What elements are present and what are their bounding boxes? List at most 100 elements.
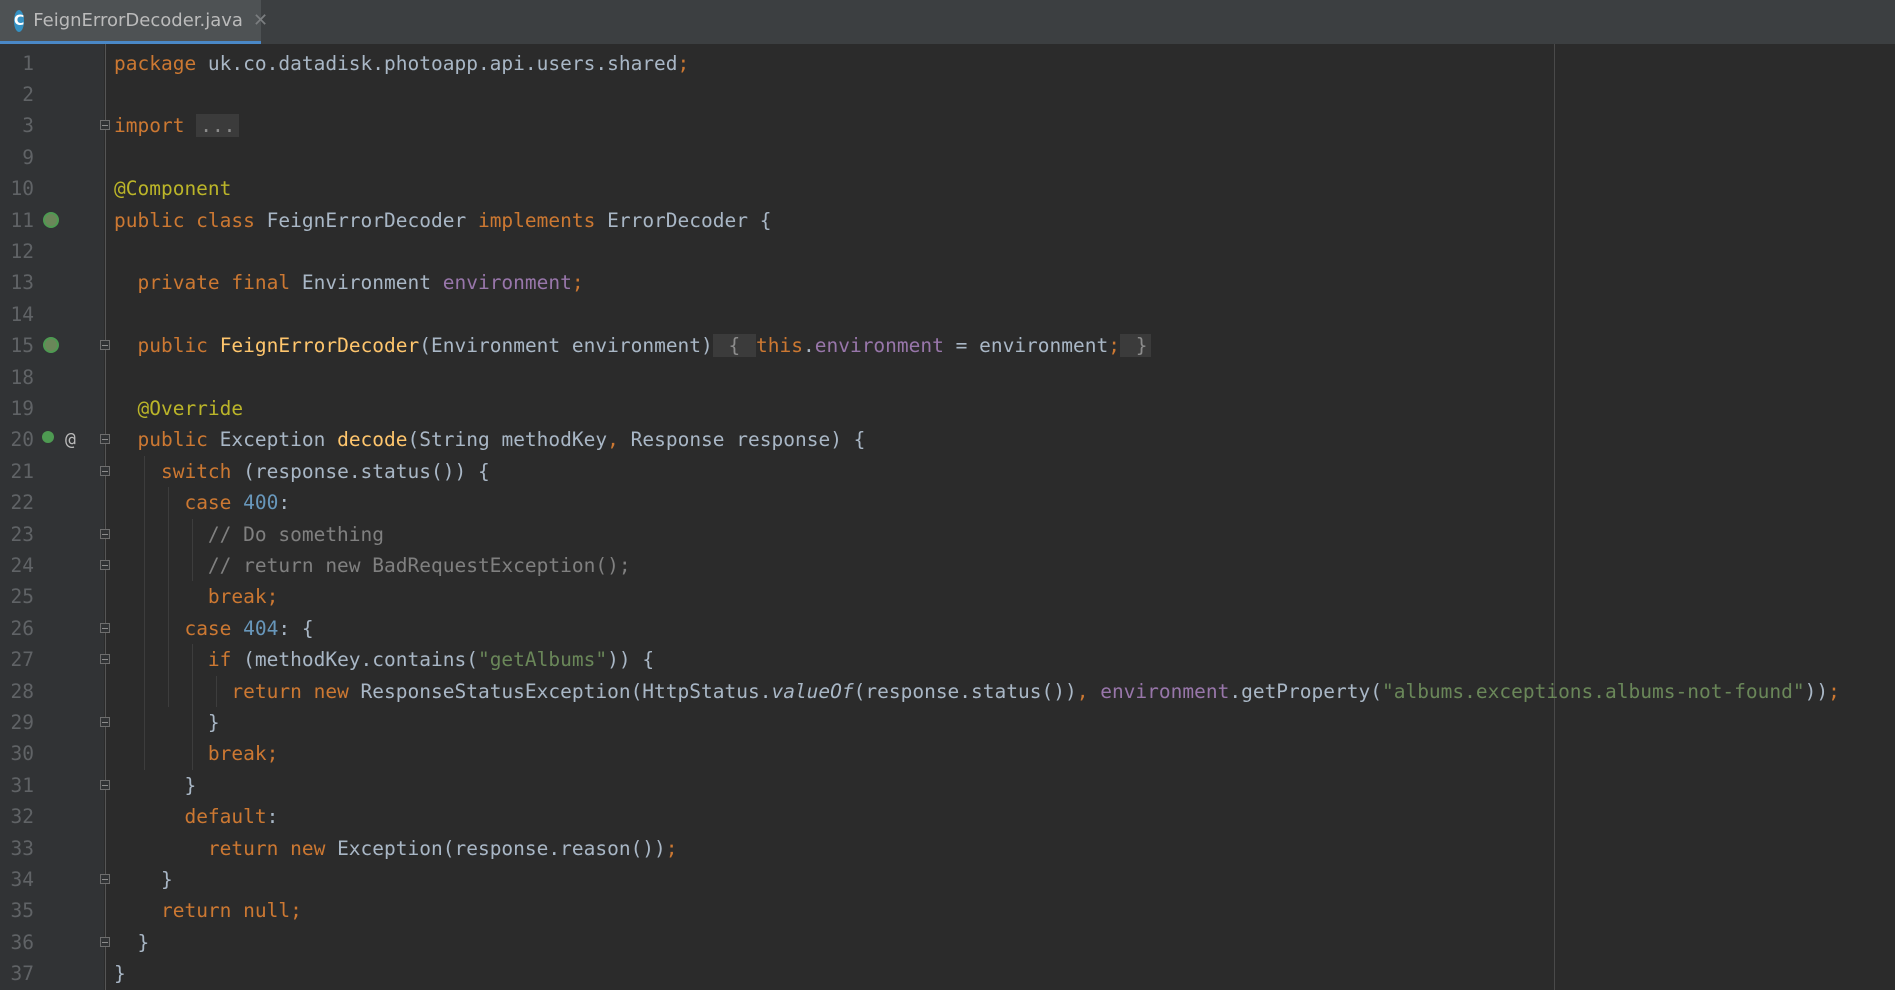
code-line[interactable]: 26 case 404: { — [0, 613, 1895, 644]
code-text[interactable]: break; — [114, 581, 278, 612]
code-line[interactable]: 14 — [0, 299, 1895, 330]
line-number[interactable]: 27 — [0, 644, 34, 675]
collapse-fold-icon[interactable] — [100, 654, 110, 665]
code-text[interactable]: case 400: — [114, 487, 290, 518]
line-number[interactable]: 29 — [0, 707, 34, 738]
collapse-fold-icon[interactable] — [100, 936, 110, 947]
code-line[interactable]: 21 switch (response.status()) { — [0, 456, 1895, 487]
line-number[interactable]: 36 — [0, 927, 34, 958]
expand-fold-icon[interactable] — [100, 340, 110, 351]
code-line[interactable]: 9 — [0, 142, 1895, 173]
line-number[interactable]: 1 — [0, 48, 34, 79]
code-line[interactable]: 28 return new ResponseStatusException(Ht… — [0, 676, 1895, 707]
code-text[interactable]: return new ResponseStatusException(HttpS… — [114, 676, 1839, 707]
collapse-fold-icon[interactable] — [100, 716, 110, 727]
code-text[interactable]: } — [114, 864, 173, 895]
line-number[interactable]: 23 — [0, 519, 34, 550]
line-number[interactable]: 28 — [0, 676, 34, 707]
code-line[interactable]: 15 public FeignErrorDecoder(Environment … — [0, 330, 1895, 361]
code-line[interactable]: 35 return null; — [0, 895, 1895, 926]
line-number[interactable]: 3 — [0, 110, 34, 141]
line-number[interactable]: 9 — [0, 142, 34, 173]
code-text[interactable]: } — [114, 707, 220, 738]
line-number[interactable]: 19 — [0, 393, 34, 424]
code-text[interactable]: } — [114, 770, 196, 801]
line-number[interactable]: 12 — [0, 236, 34, 267]
code-text[interactable]: public Exception decode(String methodKey… — [114, 424, 865, 455]
line-number[interactable]: 2 — [0, 79, 34, 110]
code-line[interactable]: 30 break; — [0, 738, 1895, 769]
collapse-fold-icon[interactable] — [100, 465, 110, 476]
code-line[interactable]: 1 package uk.co.datadisk.photoapp.api.use… — [0, 48, 1895, 79]
code-text[interactable]: @Component — [114, 173, 231, 204]
code-line[interactable]: 18 — [0, 362, 1895, 393]
code-line[interactable]: 31 } — [0, 770, 1895, 801]
line-number[interactable]: 37 — [0, 958, 34, 989]
code-text[interactable]: default: — [114, 801, 278, 832]
collapse-fold-icon[interactable] — [100, 434, 110, 445]
line-number[interactable]: 26 — [0, 613, 34, 644]
code-editor[interactable]: 1 package uk.co.datadisk.photoapp.api.use… — [0, 44, 1895, 990]
line-number[interactable]: 30 — [0, 738, 34, 769]
line-number[interactable]: 24 — [0, 550, 34, 581]
code-line[interactable]: 13 private final Environment environment… — [0, 267, 1895, 298]
code-text[interactable]: public FeignErrorDecoder(Environment env… — [114, 330, 1152, 361]
code-line[interactable]: 27 if (methodKey.contains("getAlbums")) … — [0, 644, 1895, 675]
line-number[interactable]: 13 — [0, 267, 34, 298]
code-text[interactable]: return new Exception(response.reason()); — [114, 833, 678, 864]
code-line[interactable]: 19 @Override — [0, 393, 1895, 424]
code-text[interactable]: return null; — [114, 895, 302, 926]
code-line[interactable]: 34 } — [0, 864, 1895, 895]
override-method-icon[interactable] — [42, 431, 54, 444]
line-number[interactable]: 22 — [0, 487, 34, 518]
line-number[interactable]: 31 — [0, 770, 34, 801]
collapse-fold-icon[interactable] — [100, 622, 110, 633]
collapse-fold-icon[interactable] — [100, 873, 110, 884]
line-number[interactable]: 35 — [0, 895, 34, 926]
code-text[interactable]: } — [114, 958, 126, 989]
code-text[interactable]: @Override — [114, 393, 243, 424]
code-line[interactable]: 2 — [0, 79, 1895, 110]
code-text[interactable]: public class FeignErrorDecoder implement… — [114, 205, 771, 236]
line-number[interactable]: 14 — [0, 299, 34, 330]
code-text[interactable]: switch (response.status()) { — [114, 456, 490, 487]
code-line[interactable]: 10 @Component — [0, 173, 1895, 204]
spring-bean-constructor-icon[interactable] — [43, 337, 59, 354]
line-number[interactable]: 10 — [0, 173, 34, 204]
line-number[interactable]: 34 — [0, 864, 34, 895]
code-text[interactable]: // Do something — [114, 519, 384, 550]
spring-bean-class-icon[interactable] — [43, 211, 59, 228]
expand-fold-icon[interactable] — [100, 120, 110, 131]
line-number[interactable]: 32 — [0, 801, 34, 832]
code-line[interactable]: 29 } — [0, 707, 1895, 738]
line-number[interactable]: 15 — [0, 330, 34, 361]
close-icon[interactable]: ✕ — [253, 10, 268, 31]
line-number[interactable]: 18 — [0, 362, 34, 393]
code-line[interactable]: 12 — [0, 236, 1895, 267]
code-text[interactable]: private final Environment environment; — [114, 267, 583, 298]
line-number[interactable]: 21 — [0, 456, 34, 487]
collapse-fold-icon[interactable] — [100, 528, 110, 539]
code-text[interactable]: import ... — [114, 110, 240, 141]
code-line[interactable]: 3 import ... — [0, 110, 1895, 141]
code-text[interactable]: } — [114, 927, 149, 958]
code-line[interactable]: 20 @ public Exception decode(String metho… — [0, 424, 1895, 455]
code-line[interactable]: 11 public class FeignErrorDecoder impleme… — [0, 205, 1895, 236]
code-text[interactable]: if (methodKey.contains("getAlbums")) { — [114, 644, 654, 675]
line-number[interactable]: 20 — [0, 424, 34, 455]
code-text[interactable]: package uk.co.datadisk.photoapp.api.user… — [114, 48, 689, 79]
line-number[interactable]: 11 — [0, 205, 34, 236]
code-line[interactable]: 23 // Do something — [0, 519, 1895, 550]
code-text[interactable]: break; — [114, 738, 278, 769]
line-number[interactable]: 33 — [0, 833, 34, 864]
code-line[interactable]: 24 // return new BadRequestException(); — [0, 550, 1895, 581]
code-line[interactable]: 32 default: — [0, 801, 1895, 832]
code-line[interactable]: 36 } — [0, 927, 1895, 958]
collapse-fold-icon[interactable] — [100, 779, 110, 790]
tab-feign-error-decoder[interactable]: C FeignErrorDecoder.java ✕ — [0, 0, 268, 44]
collapse-fold-icon[interactable] — [100, 559, 110, 570]
code-line[interactable]: 37} — [0, 958, 1895, 989]
code-line[interactable]: 25 break; — [0, 581, 1895, 612]
code-line[interactable]: 22 case 400: — [0, 487, 1895, 518]
code-line[interactable]: 33 return new Exception(response.reason(… — [0, 833, 1895, 864]
